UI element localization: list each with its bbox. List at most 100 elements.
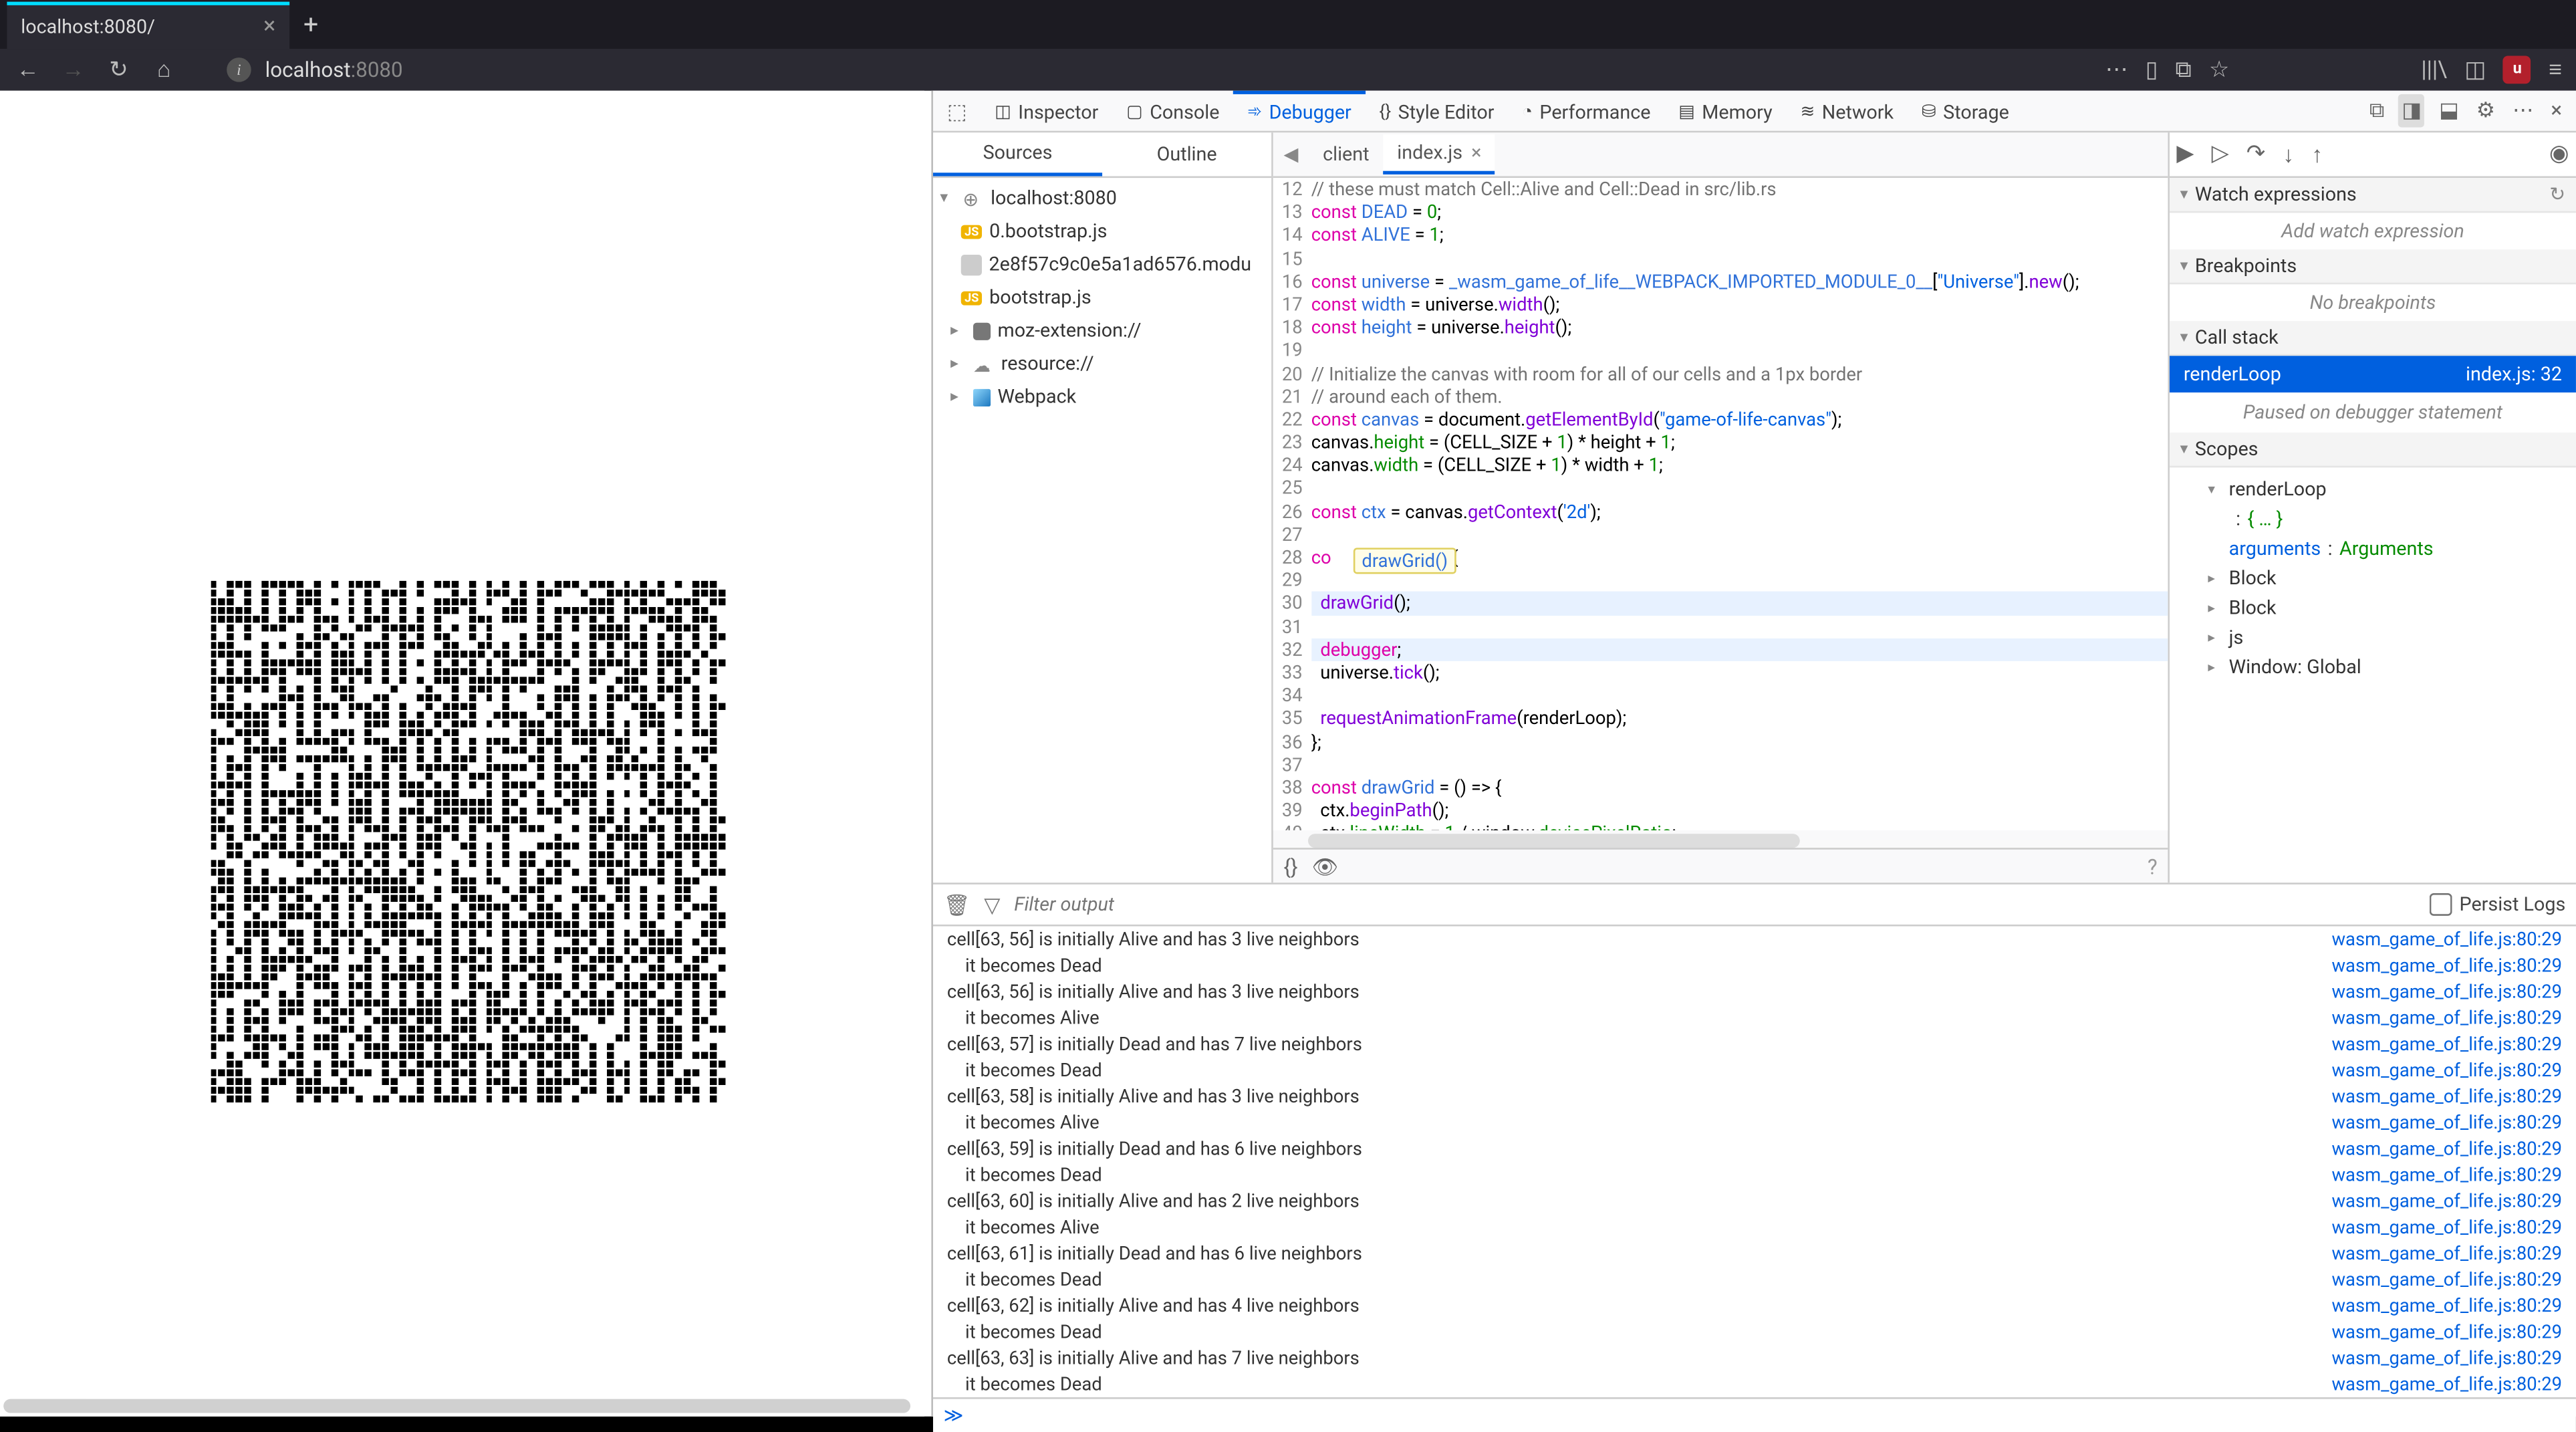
menu-icon[interactable]: ≡ <box>2549 55 2562 84</box>
console-source-link[interactable]: wasm_game_of_life.js:80:29 <box>2331 1294 2562 1317</box>
reader-icon[interactable]: ▯ <box>2146 57 2158 83</box>
file-tab-indexjs[interactable]: index.js× <box>1383 134 1495 174</box>
scope-item[interactable]: ▸Block <box>2184 593 2562 622</box>
tree-file[interactable]: 2e8f57c9c0e5a1ad6576.modu <box>933 248 1271 281</box>
tab-storage[interactable]: ⛁Storage <box>1908 91 2023 131</box>
console-source-link[interactable]: wasm_game_of_life.js:80:29 <box>2331 1242 2562 1265</box>
watch-section[interactable]: ▾Watch expressions↻ <box>2170 178 2576 213</box>
pretty-print-icon[interactable]: {} <box>1283 854 1297 878</box>
callstack-section[interactable]: ▾Call stack <box>2170 321 2576 356</box>
more-icon[interactable]: ⋯ <box>2509 94 2537 128</box>
console-source-link[interactable]: wasm_game_of_life.js:80:29 <box>2331 1085 2562 1108</box>
code-editor[interactable]: 1213141516171819202122232425262728293031… <box>1273 178 2168 830</box>
console-source-link[interactable]: wasm_game_of_life.js:80:29 <box>2331 1033 2562 1056</box>
console-source-link[interactable]: wasm_game_of_life.js:80:29 <box>2331 928 2562 951</box>
reload-button[interactable]: ↻ <box>105 57 133 83</box>
console-source-link[interactable]: wasm_game_of_life.js:80:29 <box>2331 1216 2562 1239</box>
clear-console-icon[interactable]: 🗑 <box>944 892 971 917</box>
console-log-line: it becomes Alivewasm_game_of_life.js:80:… <box>933 1110 2576 1136</box>
tab-debugger[interactable]: ➾Debugger <box>1233 91 1365 131</box>
tab-console[interactable]: ▢Console <box>1112 91 1233 131</box>
breakpoints-section[interactable]: ▾Breakpoints <box>2170 249 2576 284</box>
tab-title: localhost:8080/ <box>21 15 155 37</box>
scopes-section[interactable]: ▾Scopes <box>2170 433 2576 467</box>
toggle-sidebar-icon[interactable]: ▶ <box>2176 141 2194 167</box>
url-bar[interactable]: i localhost:8080 <box>227 57 1931 82</box>
close-icon[interactable]: × <box>263 13 275 39</box>
console-source-link[interactable]: wasm_game_of_life.js:80:29 <box>2331 1137 2562 1160</box>
console-source-link[interactable]: wasm_game_of_life.js:80:29 <box>2331 1163 2562 1186</box>
step-over-button[interactable]: ↷ <box>2246 141 2265 167</box>
filter-icon[interactable]: ▽ <box>984 892 1000 917</box>
resume-button[interactable]: ▷ <box>2212 141 2229 167</box>
inspect-element-button[interactable]: ⬚ <box>933 98 981 123</box>
home-button[interactable]: ⌂ <box>150 55 178 84</box>
breakpoints-empty: No breakpoints <box>2170 284 2576 321</box>
step-out-button[interactable]: ↑ <box>2311 140 2323 168</box>
tab-memory[interactable]: ▤Memory <box>1664 91 1786 131</box>
forward-button[interactable]: → <box>59 55 88 84</box>
close-devtools-icon[interactable]: × <box>2547 94 2565 128</box>
scope-item[interactable]: ▾renderLoop <box>2184 475 2562 504</box>
blackbox-icon[interactable]: 👁 <box>1312 854 1339 878</box>
bookmark-icon[interactable]: ☆ <box>2209 57 2229 83</box>
back-button[interactable]: ← <box>14 55 42 84</box>
console-source-link[interactable]: wasm_game_of_life.js:80:29 <box>2331 1007 2562 1030</box>
callstack-frame[interactable]: renderLoop index.js: 32 <box>2170 356 2576 392</box>
console-source-link[interactable]: wasm_game_of_life.js:80:29 <box>2331 954 2562 977</box>
tree-host[interactable]: ▾localhost:8080 <box>933 181 1271 215</box>
console-source-link[interactable]: wasm_game_of_life.js:80:29 <box>2331 1320 2562 1343</box>
ublock-icon[interactable]: u <box>2503 55 2531 84</box>
tree-file[interactable]: JSbootstrap.js <box>933 281 1271 314</box>
sources-tab[interactable]: Sources <box>933 132 1102 176</box>
scope-property[interactable]: arguments: Arguments <box>2184 533 2562 563</box>
dock-right-icon[interactable]: ◨ <box>2398 94 2425 128</box>
filter-input[interactable] <box>1014 893 2416 916</box>
info-icon[interactable]: i <box>227 57 251 82</box>
persist-logs-checkbox[interactable]: Persist Logs <box>2430 893 2565 916</box>
refresh-icon[interactable]: ↻ <box>2549 183 2565 206</box>
watch-placeholder[interactable]: Add watch expression <box>2170 213 2576 249</box>
more-icon[interactable]: ⋯ <box>2105 57 2128 83</box>
console-source-link[interactable]: wasm_game_of_life.js:80:29 <box>2331 1059 2562 1082</box>
console-log-line: cell[63, 57] is initially Dead and has 7… <box>933 1031 2576 1057</box>
scope-item[interactable]: ▸Window: Global <box>2184 652 2562 682</box>
tab-style-editor[interactable]: {}Style Editor <box>1366 91 1509 131</box>
tab-performance[interactable]: ◔Performance <box>1508 91 1664 131</box>
tree-webpack[interactable]: ▸Webpack <box>933 380 1271 414</box>
console-source-link[interactable]: wasm_game_of_life.js:80:29 <box>2331 1346 2562 1369</box>
page-scrollbar[interactable] <box>3 1399 910 1413</box>
tree-moz-extension[interactable]: ▸moz-extension:// <box>933 314 1271 348</box>
console-source-link[interactable]: wasm_game_of_life.js:80:29 <box>2331 1111 2562 1134</box>
step-in-button[interactable]: ↓ <box>2283 140 2294 168</box>
tab-network[interactable]: ≋Network <box>1787 91 1908 131</box>
sidebar-icon[interactable]: ◫ <box>2464 57 2486 83</box>
library-icon[interactable]: |||\ <box>2421 57 2447 83</box>
scope-item[interactable]: ▸Block <box>2184 564 2562 593</box>
pocket-icon[interactable]: ⧉ <box>2176 57 2192 83</box>
new-tab-button[interactable]: + <box>293 9 329 40</box>
console-source-link[interactable]: wasm_game_of_life.js:80:29 <box>2331 1268 2562 1291</box>
tab-inspector[interactable]: ◫Inspector <box>981 91 1112 131</box>
scope-item[interactable]: ▸js <box>2184 623 2562 652</box>
frame-location: index.js: 32 <box>2466 363 2562 386</box>
code-scrollbar[interactable] <box>1308 834 1800 848</box>
toggle-sources-icon[interactable]: ◀ <box>1273 143 1309 166</box>
console-prompt[interactable]: ≫ <box>944 1403 964 1428</box>
console-source-link[interactable]: wasm_game_of_life.js:80:29 <box>2331 1373 2562 1396</box>
help-icon[interactable]: ? <box>2148 854 2158 878</box>
console-log-line: cell[63, 60] is initially Alive and has … <box>933 1188 2576 1214</box>
dock-separate-icon[interactable]: ⧉ <box>2366 94 2388 128</box>
file-tab-client[interactable]: client <box>1309 136 1383 173</box>
scope-property[interactable]: : { … } <box>2184 504 2562 533</box>
close-icon[interactable]: × <box>1471 141 1481 164</box>
outline-tab[interactable]: Outline <box>1102 132 1271 176</box>
console-source-link[interactable]: wasm_game_of_life.js:80:29 <box>2331 980 2562 1003</box>
dock-bottom-icon[interactable]: ⬓ <box>2436 94 2462 128</box>
console-source-link[interactable]: wasm_game_of_life.js:80:29 <box>2331 1190 2562 1213</box>
tree-resource[interactable]: ▸resource:// <box>933 347 1271 380</box>
settings-icon[interactable]: ⚙ <box>2473 94 2499 128</box>
deactivate-breakpoints-icon[interactable]: ◉ <box>2549 141 2569 167</box>
browser-tab[interactable]: localhost:8080/ × <box>7 1 289 47</box>
tree-file[interactable]: JS0.bootstrap.js <box>933 215 1271 248</box>
